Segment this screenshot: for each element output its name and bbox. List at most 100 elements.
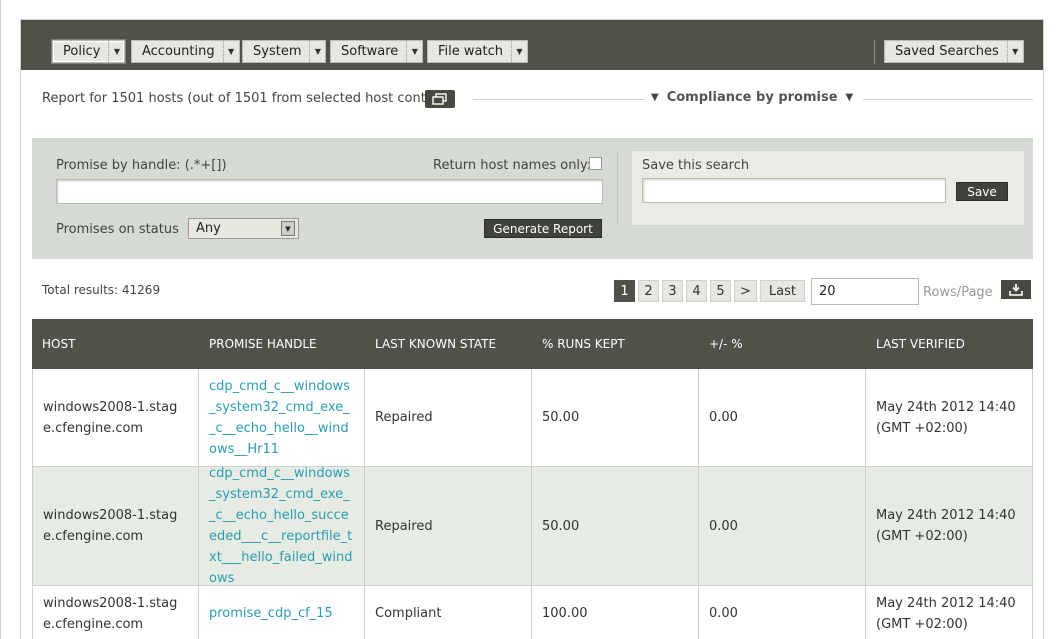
nav-divider bbox=[874, 40, 875, 64]
chevron-down-icon[interactable]: ▼ bbox=[406, 41, 422, 62]
handle-label: Promise by handle: (.*+[]) bbox=[56, 158, 227, 173]
save-search-label: Save this search bbox=[642, 158, 750, 173]
table-row: windows2008-1.stage.cfengine.com promise… bbox=[32, 586, 1033, 639]
generate-report-button[interactable]: Generate Report bbox=[484, 219, 602, 238]
verified-text: May 24th 2012 14:40 (GMT +02:00) bbox=[876, 595, 1016, 632]
window-icon bbox=[432, 93, 447, 105]
cell-delta: 0.00 bbox=[699, 369, 866, 466]
host-text: windows2008-1.stage.cfengine.com bbox=[43, 508, 178, 544]
page-3[interactable]: 3 bbox=[662, 280, 683, 302]
cell-verified: May 24th 2012 14:40 (GMT +02:00) bbox=[866, 586, 1033, 639]
top-nav: Policy ▼ Accounting ▼ System ▼ Software … bbox=[21, 20, 1043, 70]
total-results: Total results: 41269 bbox=[42, 283, 161, 297]
save-button[interactable]: Save bbox=[956, 182, 1008, 201]
saved-searches-label: Saved Searches bbox=[895, 44, 999, 59]
cell-verified: May 24th 2012 14:40 (GMT +02:00) bbox=[866, 467, 1033, 585]
search-form: Promise by handle: (.*+[]) Return host n… bbox=[32, 138, 1033, 259]
kept-text: 50.00 bbox=[542, 518, 580, 534]
page-2[interactable]: 2 bbox=[638, 280, 659, 302]
caret-down-icon: ▼ bbox=[845, 92, 854, 103]
cell-kept: 100.00 bbox=[532, 586, 699, 639]
report-summary: Report for 1501 hosts (out of 1501 from … bbox=[42, 91, 452, 106]
page-next[interactable]: > bbox=[734, 280, 757, 302]
divider-line bbox=[863, 99, 1033, 100]
report-type-label: Compliance by promise bbox=[666, 90, 838, 105]
verified-text: May 24th 2012 14:40 (GMT +02:00) bbox=[876, 508, 1016, 544]
save-search-panel: Save this search Save bbox=[632, 151, 1024, 225]
rows-per-page-input[interactable]: 20 bbox=[811, 278, 919, 305]
save-search-input[interactable] bbox=[642, 178, 946, 203]
cell-verified: May 24th 2012 14:40 (GMT +02:00) bbox=[866, 369, 1033, 466]
dropdown-arrow-icon: ▼ bbox=[281, 221, 295, 236]
page-1[interactable]: 1 bbox=[614, 280, 635, 302]
cell-host: windows2008-1.stage.cfengine.com bbox=[32, 586, 199, 639]
nav-policy-menu[interactable]: Policy ▼ bbox=[50, 39, 127, 64]
nav-software-label: Software bbox=[341, 44, 399, 59]
cell-handle: cdp_cmd_c__windows_system32_cmd_exe__c__… bbox=[199, 369, 365, 466]
chevron-down-icon[interactable]: ▼ bbox=[108, 41, 124, 62]
saved-searches-menu[interactable]: Saved Searches ▼ bbox=[884, 40, 1024, 63]
report-type-selector[interactable]: ▼ Compliance by promise ▼ bbox=[651, 90, 853, 105]
status-value: Any bbox=[196, 221, 221, 236]
col-runs-kept[interactable]: % RUNS KEPT bbox=[532, 337, 699, 351]
page: Policy ▼ Accounting ▼ System ▼ Software … bbox=[0, 0, 1061, 639]
return-hosts-checkbox[interactable] bbox=[589, 157, 602, 170]
main-panel: Policy ▼ Accounting ▼ System ▼ Software … bbox=[20, 19, 1044, 639]
cell-state: Compliant bbox=[365, 586, 532, 639]
host-text: windows2008-1.stage.cfengine.com bbox=[43, 595, 178, 632]
kept-text: 50.00 bbox=[542, 410, 580, 425]
nav-policy-label: Policy bbox=[63, 44, 101, 59]
col-host[interactable]: HOST bbox=[32, 337, 199, 351]
table-header: HOST PROMISE HANDLE LAST KNOWN STATE % R… bbox=[32, 319, 1033, 369]
nav-accounting-menu[interactable]: Accounting ▼ bbox=[131, 40, 240, 63]
delta-text: 0.00 bbox=[709, 410, 738, 425]
table-row: windows2008-1.stage.cfengine.com cdp_cmd… bbox=[32, 369, 1033, 467]
delta-text: 0.00 bbox=[709, 606, 738, 621]
cell-handle: promise_cdp_cf_15 bbox=[199, 586, 365, 639]
chevron-down-icon[interactable]: ▼ bbox=[1006, 41, 1023, 62]
results-table: HOST PROMISE HANDLE LAST KNOWN STATE % R… bbox=[32, 319, 1033, 639]
pagination: 1 2 3 4 5 > Last bbox=[614, 280, 805, 302]
state-text: Repaired bbox=[375, 410, 433, 425]
promise-handle-link[interactable]: promise_cdp_cf_15 bbox=[209, 603, 333, 624]
cell-host: windows2008-1.stage.cfengine.com bbox=[32, 369, 199, 466]
cell-kept: 50.00 bbox=[532, 369, 699, 466]
delta-text: 0.00 bbox=[709, 518, 738, 534]
chevron-down-icon[interactable]: ▼ bbox=[510, 41, 527, 62]
download-button[interactable] bbox=[1001, 280, 1031, 299]
nav-system-menu[interactable]: System ▼ bbox=[242, 40, 327, 63]
state-text: Repaired bbox=[375, 518, 433, 534]
download-icon bbox=[1009, 284, 1023, 296]
col-last-verified[interactable]: LAST VERIFIED bbox=[866, 337, 1033, 351]
nav-filewatch-menu[interactable]: File watch ▼ bbox=[427, 40, 528, 63]
kept-text: 100.00 bbox=[542, 606, 588, 621]
col-promise-handle[interactable]: PROMISE HANDLE bbox=[199, 337, 365, 351]
host-text: windows2008-1.stage.cfengine.com bbox=[43, 399, 178, 436]
nav-filewatch-label: File watch bbox=[438, 44, 503, 59]
verified-text: May 24th 2012 14:40 (GMT +02:00) bbox=[876, 399, 1016, 436]
cell-kept: 50.00 bbox=[532, 467, 699, 585]
cell-handle: cdp_cmd_c__windows_system32_cmd_exe__c__… bbox=[199, 466, 365, 586]
status-select[interactable]: Any ▼ bbox=[188, 218, 299, 239]
form-divider bbox=[617, 151, 618, 225]
page-last[interactable]: Last bbox=[759, 280, 805, 302]
page-5[interactable]: 5 bbox=[710, 280, 731, 302]
chevron-down-icon[interactable]: ▼ bbox=[309, 41, 325, 62]
return-hosts-label: Return host names only: bbox=[433, 158, 592, 173]
status-label: Promises on status bbox=[56, 222, 179, 237]
col-last-state[interactable]: LAST KNOWN STATE bbox=[365, 337, 532, 351]
table-row: windows2008-1.stage.cfengine.com cdp_cmd… bbox=[32, 466, 1033, 586]
col-delta[interactable]: +/- % bbox=[699, 337, 866, 351]
cell-delta: 0.00 bbox=[699, 467, 866, 585]
state-text: Compliant bbox=[375, 606, 442, 621]
chevron-down-icon[interactable]: ▼ bbox=[222, 41, 239, 62]
host-context-button[interactable] bbox=[425, 90, 455, 108]
caret-down-icon: ▼ bbox=[651, 92, 659, 103]
cell-state: Repaired bbox=[365, 369, 532, 466]
promise-handle-link[interactable]: cdp_cmd_c__windows_system32_cmd_exe__c__… bbox=[209, 376, 354, 460]
promise-handle-link[interactable]: cdp_cmd_c__windows_system32_cmd_exe__c__… bbox=[209, 463, 354, 589]
nav-software-menu[interactable]: Software ▼ bbox=[330, 40, 424, 63]
handle-input[interactable] bbox=[56, 179, 603, 204]
page-4[interactable]: 4 bbox=[686, 280, 707, 302]
divider-line bbox=[473, 99, 645, 100]
